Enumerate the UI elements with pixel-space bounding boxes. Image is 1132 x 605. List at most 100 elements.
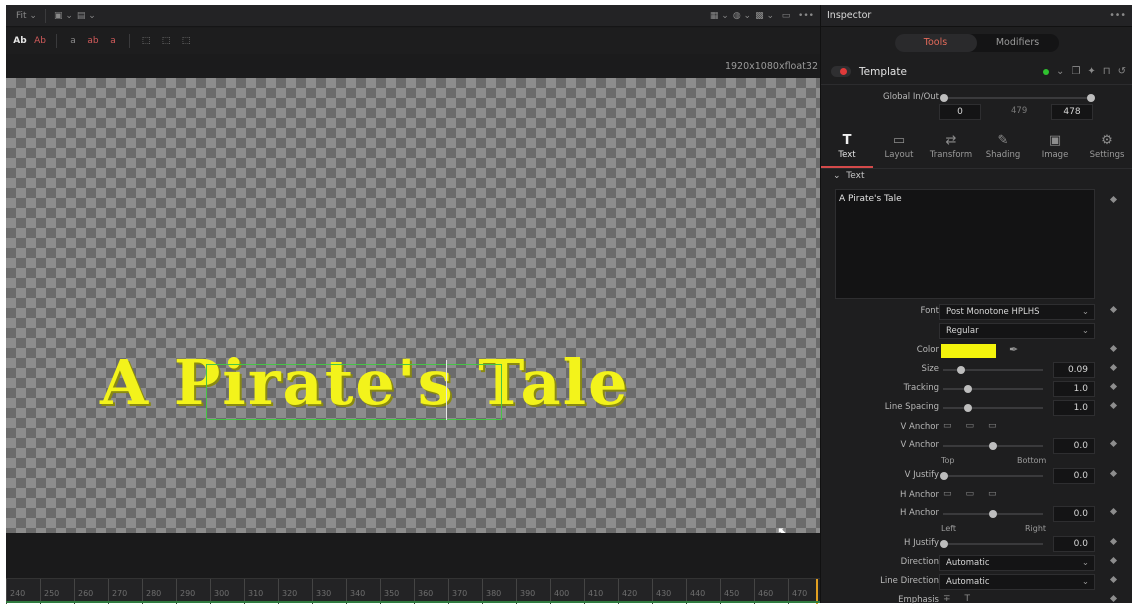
layout-icon[interactable]: ▤ ⌄ <box>77 8 96 24</box>
text-edit-icon[interactable]: Ab <box>12 33 28 49</box>
text-icon: T <box>842 133 852 148</box>
tab-layout[interactable]: ▭ Layout <box>873 129 925 168</box>
font-label: Font <box>920 306 939 316</box>
manual-rotation-icon[interactable]: ⬚ <box>178 33 194 49</box>
tab-label: Shading <box>985 150 1021 160</box>
more-icon[interactable]: ••• <box>1109 10 1126 21</box>
inspector-header: Inspector ••• <box>821 5 1132 27</box>
keyframe-icon[interactable] <box>1109 469 1118 478</box>
node-enable-toggle[interactable] <box>831 66 851 77</box>
direction-value: Automatic <box>946 558 990 568</box>
anchor-right-icon[interactable]: ▭ <box>988 489 997 499</box>
reset-icon[interactable]: ↺ <box>1118 66 1126 77</box>
line-direction-dropdown[interactable]: Automatic ⌄ <box>939 574 1095 590</box>
keyframe-icon[interactable] <box>1109 507 1118 516</box>
timeline-ruler[interactable]: 240 250 260 270 280 290 300 310 320 330 340 350 360 3… <box>6 578 820 604</box>
v-justify-field[interactable]: 0.0 <box>1053 468 1095 484</box>
tools-modifiers-switch: Tools Modifiers <box>821 27 1132 59</box>
h-anchor-field[interactable]: 0.0 <box>1053 506 1095 522</box>
viewer-canvas[interactable]: A Pirate's Tale ⬉ <box>6 78 820 540</box>
size-label: Size <box>921 364 939 374</box>
keyframe-icon[interactable] <box>1109 363 1118 372</box>
h-justify-field[interactable]: 0.0 <box>1053 536 1095 552</box>
text-outline-icon[interactable]: Ab <box>32 33 48 49</box>
h-justify-slider[interactable] <box>940 540 1043 548</box>
line-spacing-label: Line Spacing <box>884 402 939 412</box>
keyframe-icon[interactable] <box>1109 344 1118 353</box>
keyframe-icon[interactable] <box>1109 305 1118 314</box>
section-title: Text <box>846 171 865 181</box>
keyframe-icon[interactable] <box>1109 556 1118 565</box>
view-mode-icon[interactable]: ▣ ⌄ <box>54 8 73 24</box>
anchor-bottom-icon[interactable]: ▭ <box>988 421 997 431</box>
pin-icon[interactable]: ✦ <box>1087 66 1095 77</box>
font-dropdown[interactable]: Post Monotone HPLHS ⌄ <box>939 304 1095 320</box>
chevron-down-icon[interactable]: ⌄ <box>1056 66 1064 77</box>
strikeout-icon[interactable]: ∓ <box>943 594 951 604</box>
manual-kerning-icon[interactable]: ⬚ <box>138 33 154 49</box>
global-inout-slider[interactable] <box>940 94 1095 102</box>
keyframe-icon[interactable] <box>1109 594 1118 603</box>
keyframe-icon[interactable] <box>1109 382 1118 391</box>
word-icon[interactable]: ab <box>85 33 101 49</box>
anchor-left-icon[interactable]: ▭ <box>943 489 952 499</box>
bottom-label: Bottom <box>1017 456 1047 465</box>
tracking-slider[interactable] <box>943 385 1043 393</box>
line-direction-label: Line Direction <box>880 576 939 586</box>
h-anchor-label: H Anchor <box>899 508 939 518</box>
manual-placement-icon[interactable]: ⬚ <box>158 33 174 49</box>
underline-icon[interactable]: T <box>965 594 971 604</box>
v-justify-slider[interactable] <box>940 472 1043 480</box>
gear-icon: ⚙ <box>1101 133 1113 148</box>
eyedropper-icon[interactable]: ✒ <box>1009 343 1018 356</box>
color-swatch[interactable] <box>941 344 996 358</box>
keyframe-icon[interactable] <box>1109 195 1118 204</box>
tab-settings[interactable]: ⚙ Settings <box>1081 129 1132 168</box>
direction-dropdown[interactable]: Automatic ⌄ <box>939 555 1095 571</box>
grid-icon[interactable]: ▩ ⌄ <box>755 8 774 24</box>
color-channel-icon[interactable]: ◍ ⌄ <box>733 8 751 24</box>
v-anchor-field[interactable]: 0.0 <box>1053 438 1095 454</box>
tab-image[interactable]: ▣ Image <box>1029 129 1081 168</box>
size-field[interactable]: 0.09 <box>1053 362 1095 378</box>
size-slider[interactable] <box>943 366 1043 374</box>
anchor-top-icon[interactable]: ▭ <box>943 421 952 431</box>
roi-icon[interactable]: ▦ ⌄ <box>710 8 729 24</box>
keyframe-icon[interactable] <box>1109 401 1118 410</box>
h-anchor-slider[interactable] <box>943 510 1043 518</box>
v-anchor-label: V Anchor <box>900 440 939 450</box>
global-duration: 479 <box>1011 106 1028 116</box>
tab-transform[interactable]: ⇄ Transform <box>925 129 977 168</box>
tab-tools[interactable]: Tools <box>894 34 977 52</box>
zoom-dropdown[interactable]: Fit ⌄ <box>16 8 37 24</box>
more-icon[interactable]: ••• <box>798 8 814 24</box>
styled-text-input[interactable]: A Pirate's Tale <box>835 189 1095 299</box>
anchor-center-icon[interactable]: ▭ <box>966 489 975 499</box>
v-anchor-buttons-row: V Anchor ▭ ▭ ▭ <box>821 419 1132 437</box>
style-dropdown[interactable]: Regular ⌄ <box>939 323 1095 339</box>
lock-icon[interactable]: ⊓ <box>1103 66 1111 77</box>
selection-box[interactable] <box>206 364 502 420</box>
line-spacing-slider[interactable] <box>943 404 1043 412</box>
anchor-middle-icon[interactable]: ▭ <box>966 421 975 431</box>
image-icon: ▣ <box>1048 133 1062 148</box>
line-spacing-field[interactable]: 1.0 <box>1053 400 1095 416</box>
keyframe-icon[interactable] <box>1109 439 1118 448</box>
char-icon[interactable]: a <box>65 33 81 49</box>
app-window: Fit ⌄ ▣ ⌄ ▤ ⌄ ▦ ⌄ ◍ ⌄ ▩ ⌄ ▭ ••• Ab Ab a … <box>0 0 1132 605</box>
tab-shading[interactable]: ✎ Shading <box>977 129 1029 168</box>
v-anchor-slider[interactable] <box>943 442 1043 450</box>
monitor-icon[interactable]: ▭ <box>778 8 794 24</box>
tab-text[interactable]: T Text <box>821 129 873 168</box>
global-out-field[interactable]: 478 <box>1051 104 1093 120</box>
versions-icon[interactable]: ❐ <box>1071 66 1080 77</box>
line-icon[interactable]: a <box>105 33 121 49</box>
keyframe-icon[interactable] <box>1109 575 1118 584</box>
node-color-dot[interactable] <box>1043 68 1050 75</box>
tab-modifiers[interactable]: Modifiers <box>977 34 1059 52</box>
tab-label: Image <box>1041 150 1069 160</box>
tracking-field[interactable]: 1.0 <box>1053 381 1095 397</box>
global-in-field[interactable]: 0 <box>939 104 981 120</box>
keyframe-icon[interactable] <box>1109 537 1118 546</box>
text-section-header[interactable]: ⌄ Text <box>833 171 864 181</box>
